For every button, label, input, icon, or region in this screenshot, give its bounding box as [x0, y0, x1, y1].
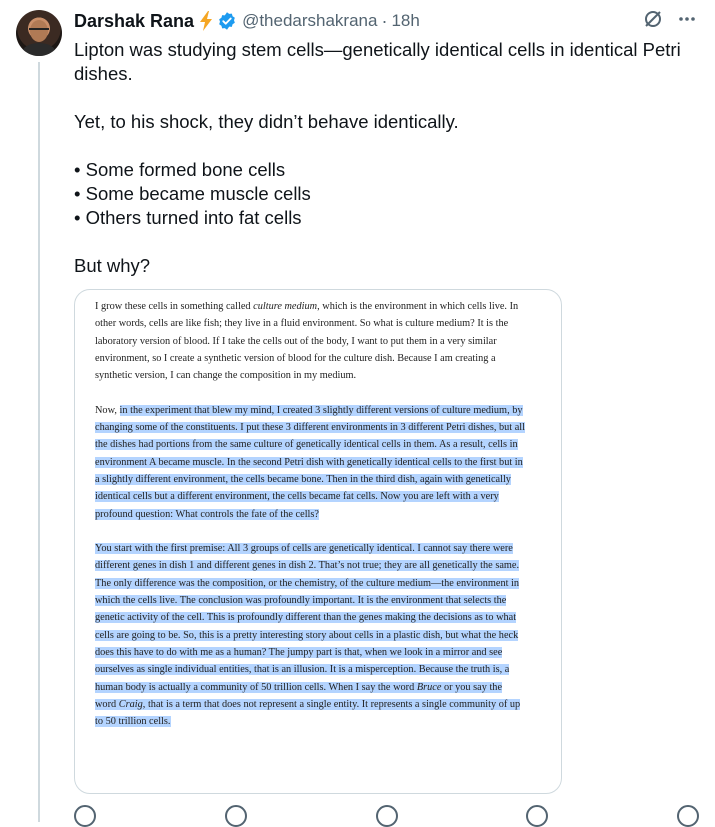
views-icon[interactable] — [526, 805, 549, 827]
like-icon[interactable] — [375, 805, 398, 827]
verified-badge-icon[interactable] — [217, 11, 237, 31]
author-name[interactable]: Darshak Rana — [74, 11, 194, 32]
tweet-text: Lipton was studying stem cells—genetical… — [74, 38, 699, 302]
bullet-list: • Some formed bone cells • Some became m… — [74, 158, 699, 230]
bullet-item: • Some formed bone cells — [74, 159, 286, 180]
highlighted-text: in the experiment that blew my mind, I c… — [95, 404, 525, 520]
attached-image[interactable]: I grow these cells in something called c… — [74, 289, 562, 794]
lightning-bolt-icon — [200, 11, 213, 31]
separator-dot: · — [381, 10, 388, 31]
book-paragraph: I grow these cells in something called c… — [95, 301, 519, 382]
top-actions — [643, 9, 697, 29]
tweet-paragraph: But why? — [74, 255, 151, 276]
author-handle[interactable]: @thedarshakrana — [242, 11, 377, 31]
reply-icon[interactable] — [74, 805, 96, 827]
thread-line — [38, 62, 40, 822]
book-paragraph: You start with the first premise: All 3 … — [95, 540, 525, 730]
bullet-item: • Others turned into fat cells — [74, 207, 302, 228]
avatar[interactable] — [16, 10, 62, 56]
tweet-paragraph: Yet, to his shock, they didn’t behave id… — [74, 111, 459, 132]
book-page: I grow these cells in something called c… — [95, 298, 525, 748]
more-icon[interactable] — [677, 9, 697, 29]
retweet-icon[interactable] — [224, 805, 247, 827]
book-paragraph: Now, in the experiment that blew my mind… — [95, 404, 525, 520]
tweet-header: Darshak Rana @thedarshakrana · 18h — [74, 8, 699, 34]
bullet-item: • Some became muscle cells — [74, 183, 311, 204]
grok-icon[interactable] — [643, 9, 663, 29]
engagement-bar — [74, 805, 699, 827]
post-time[interactable]: 18h — [391, 11, 419, 31]
tweet-paragraph: Lipton was studying stem cells—genetical… — [74, 39, 681, 84]
highlighted-text: You start with the first premise: All 3 … — [95, 543, 521, 728]
bookmark-icon[interactable] — [677, 805, 699, 827]
